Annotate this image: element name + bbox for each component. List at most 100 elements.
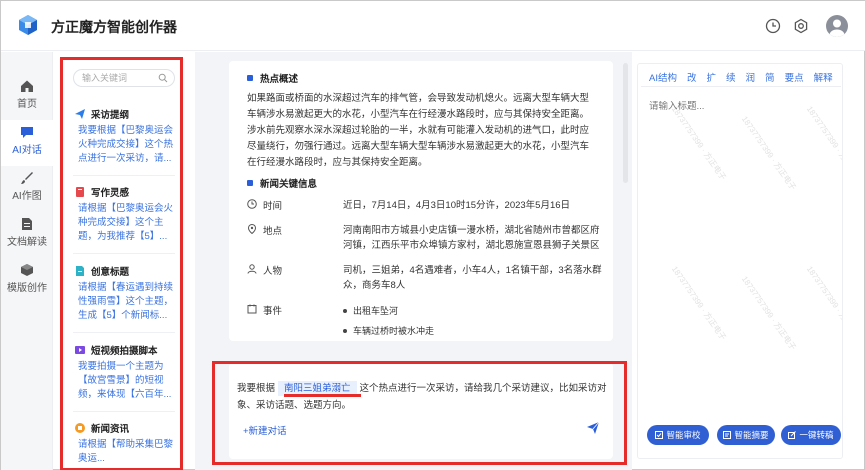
watermark: 18737757399 · 方正电子 [739,114,798,192]
watermark: 18737757399 · 方正电子 [739,274,798,352]
search-placeholder: 输入关键词 [82,73,128,83]
smart-proofread-button[interactable]: 智能审校 [647,425,709,445]
app-header: 方正魔方智能创作器 [1,1,865,51]
template-desc: 请根据【帮助采集巴黎奥运... [78,439,174,464]
book-icon [76,187,84,197]
template-desc: 我要拍摄一个主题为【故宫雪景】的短视频，来体现【六百年... [78,361,172,400]
video-icon [75,346,85,354]
button-label: 一键转稿 [799,430,834,440]
person-icon [247,264,257,274]
template-title: 新闻资讯 [91,424,130,435]
template-item-inspiration[interactable]: 写作灵感 请根据【巴黎奥运会火种完成交接】这个主题，为我推荐【5】... [75,185,175,244]
toolbar-continue[interactable]: 续 [726,70,736,84]
tag-underline [284,394,361,397]
event-list: 出租车坠河 车辆过桥时被水冲走 [343,304,593,344]
template-desc: 请根据【巴黎奥运会火种完成交接】这个主题，为我推荐【5】... [78,203,174,242]
nav-label: AI对话 [12,145,42,156]
chat-input[interactable]: 我要根据 南阳三姐弟溺亡 这个热点进行一次采访，请给我几个采访建议，比如采访对象、采… [237,380,607,414]
divider [73,411,175,412]
template-title: 创意标题 [91,267,130,278]
template-desc: 我要根据【巴黎奥运会火种完成交接】这个热点进行一次采访，请... [78,125,174,164]
file-icon [76,266,84,276]
template-item-headline[interactable]: 创意标题 请根据【春运遇到持续性强雨雪】这个主题，生成【5】个新闻标... [75,264,175,323]
nav-item-template[interactable]: 模版创作 [1,258,53,304]
list-item: 车辆过桥时被水冲走 [343,324,593,344]
info-key: 人物 [263,266,283,277]
template-item-video-script[interactable]: 短视频拍摄脚本 我要拍摄一个主题为【故宫雪景】的短视频，来体现【六百年... [75,343,175,402]
button-label: 智能审校 [666,430,701,440]
template-title: 短视频拍摄脚本 [91,346,158,357]
info-key: 事件 [263,306,283,317]
check-icon [655,431,664,439]
cube-icon [21,264,33,276]
nav-label: AI作图 [12,191,42,202]
toolbar-simplify[interactable]: 简 [765,70,775,84]
toolbar-explain[interactable]: 解释 [814,70,833,84]
info-value: 河南南阳市方城县小史店镇一漫水桥，湖北省随州市曾都区府河镇，江西乐平市众埠镇方家… [343,225,600,251]
editor-toolbar: AI结构 改 扩 续 润 简 要点 解释 [649,70,843,84]
divider [73,332,175,333]
template-title: 写作灵感 [91,188,130,199]
document-icon [22,218,32,230]
nav-label: 模版创作 [7,283,47,294]
info-key: 地点 [263,226,283,237]
watermark: 18737757399 · 方正电子 [804,104,843,182]
template-item-news[interactable]: 新闻资讯 请根据【帮助采集巴黎奥运... [75,421,175,470]
summary-icon [723,431,732,439]
one-click-convert-button[interactable]: 一键转稿 [781,425,841,445]
summary-text: 如果路面或桥面的水深超过汽车的排气管，会导致发动机熄火。远离大型车辆大型车辆涉水… [247,93,590,168]
nav-item-doc-reading[interactable]: 文档解读 [1,212,53,258]
home-icon [21,80,33,92]
template-desc: 请根据【春运遇到持续性强雨雪】这个主题，生成【5】个新闻标... [78,282,174,321]
send-plane-icon [75,109,85,119]
app-logo [19,15,37,35]
nav-label: 文档解读 [7,237,47,248]
history-icon[interactable] [765,18,781,34]
edit-icon [788,431,797,439]
smart-summary-button[interactable]: 智能摘要 [717,425,775,445]
section-title-text: 新闻关键信息 [260,179,318,190]
section-title-text: 热点概述 [260,74,299,85]
toolbar-key-points[interactable]: 要点 [785,70,804,84]
event-icon [247,304,257,314]
editor-title-input[interactable] [649,101,829,112]
send-icon[interactable] [587,422,599,434]
vertical-scrollbar[interactable] [623,63,628,183]
template-item-interview[interactable]: 采访提纲 我要根据【巴黎奥运会火种完成交接】这个热点进行一次采访，请... [75,107,175,166]
app-title: 方正魔方智能创作器 [51,19,177,35]
watermark: 18737757399 · 方正电子 [669,264,728,342]
summary-section-title: 热点概述 [247,71,298,85]
info-key: 时间 [263,201,283,212]
nav-item-home[interactable]: 首页 [1,74,53,120]
gear-icon[interactable] [793,18,809,34]
toolbar-ai-structure[interactable]: AI结构 [649,70,677,84]
editor-panel: 18737757399 · 方正电子 18737757399 · 方正电子 18… [637,63,843,459]
chat-icon [21,127,33,138]
divider [73,253,175,254]
template-search-input[interactable]: 输入关键词 [73,69,175,87]
clock-icon [247,199,257,209]
news-icon [75,423,85,433]
watermark: 18737757399 · 方正电子 [804,264,843,342]
key-info-section-title: 新闻关键信息 [247,176,317,190]
info-value: 近日，7月14日，4月3日10时15分许，2023年5月16日 [343,200,571,211]
template-title: 采访提纲 [91,110,130,121]
divider [641,86,841,87]
list-item: 出租车坠河 [343,304,593,324]
section-marker-icon [247,180,253,186]
new-chat-button[interactable]: +新建对话 [243,423,287,437]
user-icon [829,19,845,37]
brush-icon [21,172,33,184]
location-icon [247,224,257,234]
search-icon[interactable] [158,73,168,83]
nav-item-ai-drawing[interactable]: AI作图 [1,166,53,212]
avatar[interactable] [826,15,848,37]
watermark: 18737757399 · 方正电子 [669,104,728,182]
nav-item-ai-chat[interactable]: AI对话 [1,120,53,166]
toolbar-polish[interactable]: 润 [746,70,756,84]
toolbar-rewrite[interactable]: 改 [687,70,697,84]
toolbar-expand[interactable]: 扩 [707,70,717,84]
section-marker-icon [247,75,253,81]
divider [73,175,175,176]
template-panel: 输入关键词 采访提纲 我要根据【巴黎奥运会火种完成交接】这个热点进行一次采访，请… [65,61,183,470]
